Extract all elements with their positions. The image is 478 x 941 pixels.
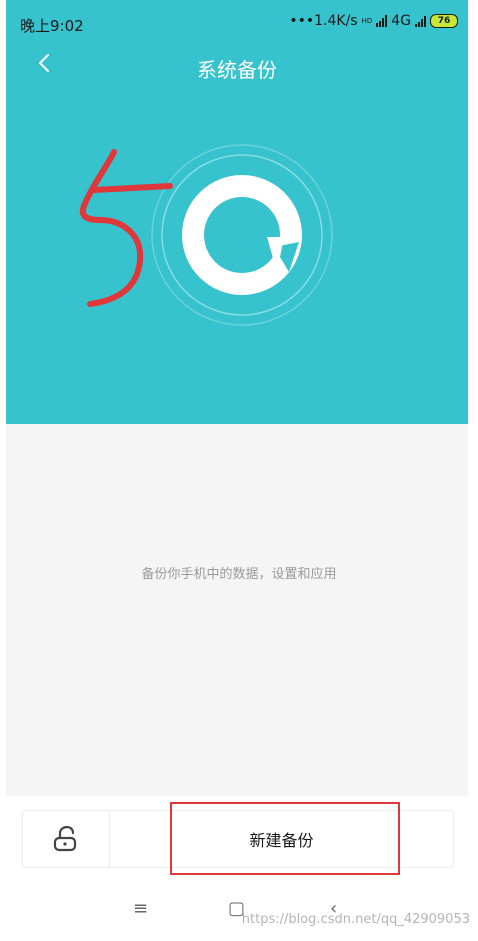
status-bar: 晚上9:02 •••1.4K/s HD 4G 76 bbox=[6, 0, 468, 46]
annotation-five-icon bbox=[79, 149, 173, 307]
backup-description: 备份你手机中的数据，设置和应用 bbox=[141, 567, 337, 582]
watermark: https://blog.csdn.net/qq_42909053 bbox=[241, 912, 470, 927]
content-area bbox=[6, 424, 468, 796]
signal-bars-icon bbox=[376, 15, 388, 27]
unlock-button[interactable] bbox=[23, 811, 110, 867]
header-area: 晚上9:02 •••1.4K/s HD 4G 76 系统备份 bbox=[6, 0, 468, 424]
annotation-highlight-box bbox=[170, 802, 400, 875]
phone-screen: 晚上9:02 •••1.4K/s HD 4G 76 系统备份 备份你手机中的数据… bbox=[0, 0, 478, 941]
network-speed: •••1.4K/s bbox=[289, 13, 358, 29]
unlock-icon bbox=[53, 826, 77, 852]
battery-icon: 76 bbox=[430, 14, 458, 28]
network-type: 4G bbox=[391, 13, 411, 29]
status-time: 晚上9:02 bbox=[20, 17, 84, 35]
menu-icon[interactable]: ≡ bbox=[133, 898, 148, 919]
page-title: 系统备份 bbox=[197, 58, 277, 82]
status-indicators: •••1.4K/s HD 4G 76 bbox=[289, 13, 458, 29]
signal-bars-icon-2 bbox=[415, 15, 426, 27]
hd-label: HD bbox=[361, 17, 373, 25]
